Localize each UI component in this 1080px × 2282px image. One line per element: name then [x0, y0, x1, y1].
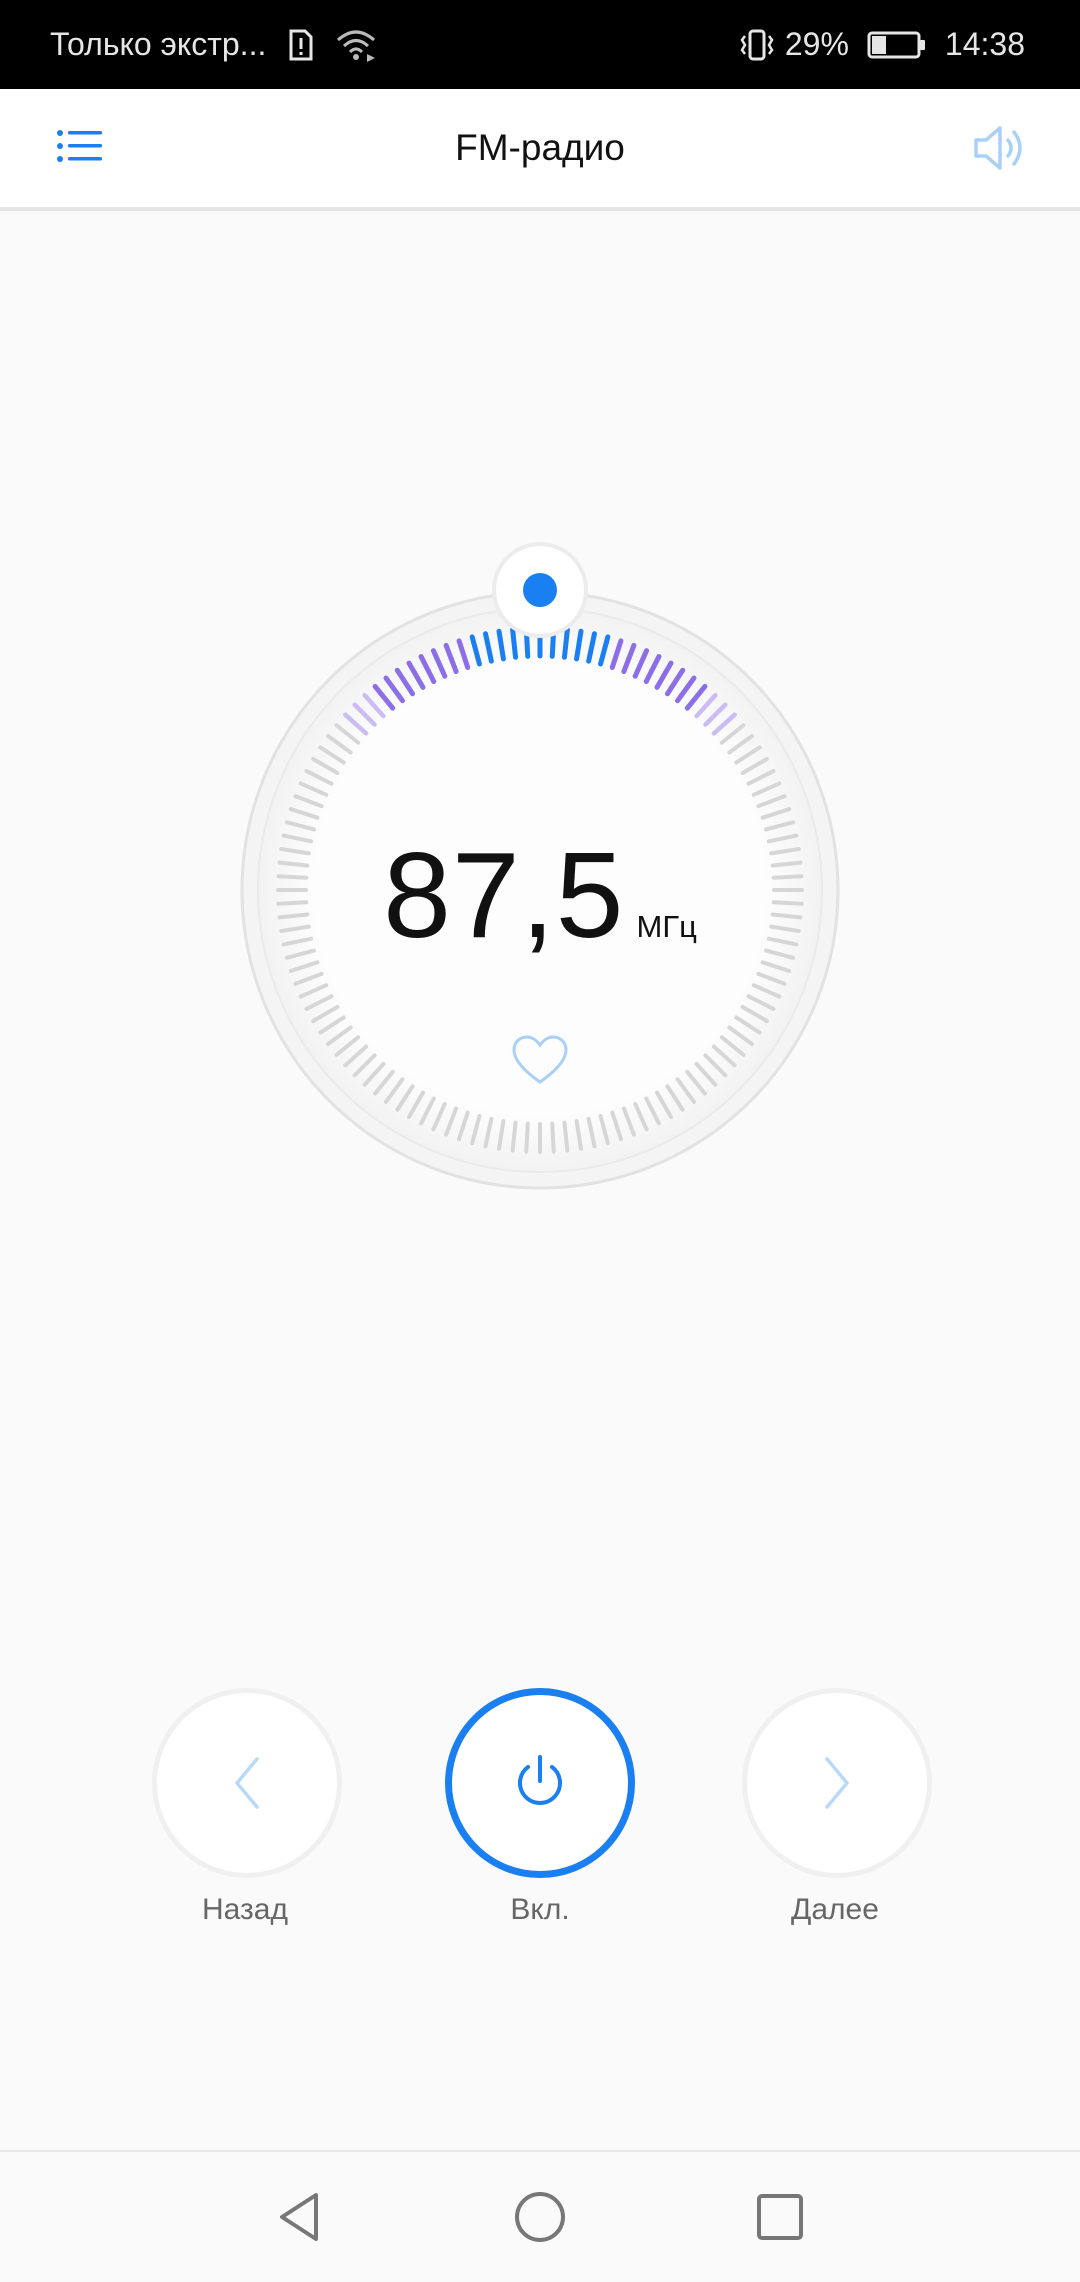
frequency-unit: МГц — [636, 909, 697, 944]
power-icon — [518, 1755, 562, 1805]
power-button[interactable] — [445, 1688, 635, 1878]
frequency-value: 87,5 — [383, 827, 625, 963]
power-label: Вкл. — [510, 1893, 570, 1926]
home-circle-icon — [515, 2192, 565, 2242]
nav-home-button[interactable] — [510, 2187, 570, 2247]
speaker-icon — [974, 126, 1022, 170]
speaker-toggle-button[interactable] — [970, 116, 1030, 180]
recents-square-icon — [757, 2194, 803, 2240]
tuner-dial[interactable]: 87,5 МГц — [0, 530, 1080, 1210]
dial-tick — [524, 1121, 530, 1154]
station-list-button[interactable] — [50, 119, 110, 179]
vibrate-icon — [739, 28, 775, 62]
sim-alert-icon — [288, 29, 314, 61]
nav-recents-button[interactable] — [750, 2187, 810, 2247]
status-bar: Только экстр... 29% 14:38 — [0, 0, 1080, 89]
chevron-right-icon — [825, 1757, 849, 1809]
dial-tick — [561, 626, 570, 660]
navigation-bar — [0, 2150, 1080, 2282]
list-icon — [57, 130, 102, 162]
chevron-left-icon — [235, 1757, 259, 1809]
battery-icon — [867, 30, 927, 60]
dial-tick — [550, 1121, 556, 1154]
page-title: FM-радио — [455, 127, 625, 168]
favorite-button[interactable] — [510, 1032, 570, 1088]
tuning-knob-dot — [523, 573, 557, 607]
back-triangle-icon — [280, 2193, 318, 2241]
next-station-button[interactable] — [742, 1688, 932, 1878]
app-bar: FM-радио — [0, 89, 1080, 211]
heart-icon — [512, 1035, 568, 1084]
dial-tick — [510, 626, 519, 660]
battery-percent: 29% — [784, 26, 849, 62]
frequency-display: 87,5 МГц — [0, 825, 1080, 1005]
wifi-icon — [336, 28, 376, 62]
next-label: Далее — [791, 1893, 879, 1926]
previous-station-button[interactable] — [152, 1688, 342, 1878]
previous-label: Назад — [202, 1893, 288, 1926]
clock: 14:38 — [944, 26, 1025, 62]
carrier-text: Только экстр... — [50, 26, 267, 62]
nav-back-button[interactable] — [270, 2187, 330, 2247]
